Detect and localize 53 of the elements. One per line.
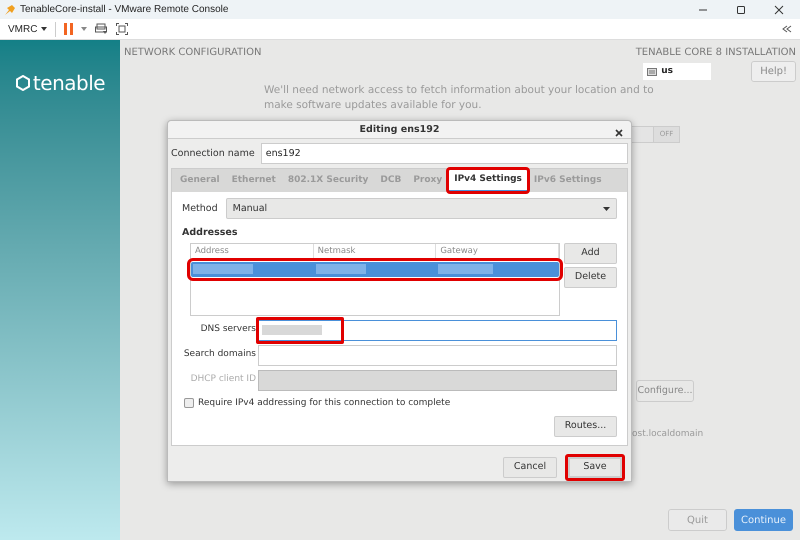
quit-button[interactable]: Quit [668,509,727,531]
field-label: DNS servers [200,323,256,336]
address-row[interactable] [191,262,559,276]
keyboard-layout-field[interactable]: us [643,63,712,80]
logo-icon [14,75,31,91]
cancel-button[interactable]: Cancel [503,457,557,478]
tab[interactable]: IPv4 Settings [448,169,528,192]
keyboard-icon [647,68,658,76]
tab[interactable]: General [174,169,226,192]
caret-icon[interactable] [81,27,88,31]
fullscreen-icon[interactable] [116,23,128,35]
intro-text: We'll need network access to fetch information about your location and to make software updates available for you. [264,83,655,113]
caret-icon [41,27,48,31]
method-label: Method [182,202,218,216]
routes-button[interactable]: Routes... [554,416,617,437]
checkbox[interactable] [184,398,194,408]
section-title: NETWORK CONFIGURATION [124,46,262,60]
help-button[interactable]: Help! [751,61,796,82]
tab[interactable]: Ethernet [226,169,282,192]
tab[interactable]: DCB [374,169,408,192]
field-label: Search domains [182,348,256,362]
close-icon[interactable] [774,4,784,14]
app-icon [4,4,16,16]
product-title: TENABLE CORE 8 INSTALLATION [636,46,796,60]
column-header: Netmask [314,244,436,258]
save-button[interactable]: Save [565,454,625,481]
addresses-heading: Addresses [182,226,238,240]
field-label: DHCP client ID [190,373,256,386]
close-icon[interactable] [615,129,623,137]
collapse-icon[interactable] [782,25,792,33]
continue-button[interactable]: Continue [734,509,793,531]
configure-button[interactable]: Configure... [636,380,694,402]
connection-name-label: Connection name [171,146,255,161]
send-keys-icon[interactable] [95,23,108,35]
connection-name-field[interactable]: ens192 [260,143,628,164]
vmrc-menu[interactable]: VMRC [8,22,56,36]
input-field[interactable] [258,344,617,366]
maximize-icon[interactable] [736,4,746,14]
window-title: TenableCore-install - VMware Remote Console [20,3,230,17]
column-header: Gateway [436,244,560,258]
pause-icon[interactable] [64,23,74,35]
tab[interactable]: 802.1X Security [282,169,374,192]
add-button[interactable]: Add [564,242,617,264]
delete-button[interactable]: Delete [564,266,617,288]
caret-icon [603,206,610,211]
checkbox-label: Require IPv4 addressing for this connection to complete [198,396,450,410]
tab[interactable]: Proxy [407,169,448,192]
logo-text: tenable [32,70,106,97]
column-header: Address [191,244,314,258]
dialog-title: Editing ens192 [358,122,440,136]
hostname-text: ost.localdomain [632,428,704,441]
tab[interactable]: IPv6 Settings [528,169,608,192]
method-dropdown[interactable]: Manual [226,198,617,220]
